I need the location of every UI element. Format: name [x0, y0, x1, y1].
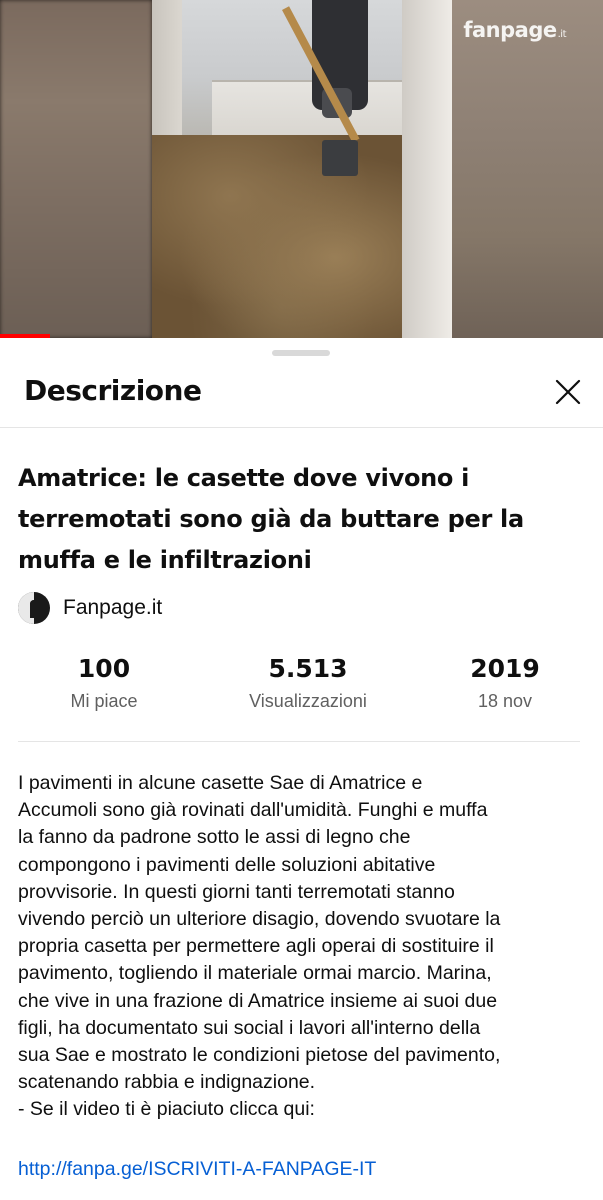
stat-views: 5.513 Visualizzazioni [228, 654, 388, 712]
video-shovel-head [322, 140, 358, 176]
description-text: I pavimenti in alcune casette Sae di Ama… [18, 772, 501, 1121]
video-frame [152, 0, 452, 338]
header-divider [0, 427, 603, 428]
description-sheet: Descrizione Amatrice: le casette dove vi… [0, 338, 603, 1200]
stat-date: 2019 18 nov [440, 654, 570, 712]
watermark-text: fanpage [463, 18, 557, 42]
video-player[interactable]: fanpage.it [0, 0, 603, 338]
watermark-suffix: .it [557, 29, 567, 40]
subscribe-link[interactable]: http://fanpa.ge/ISCRIVITI-A-FANPAGE-IT [18, 1158, 376, 1181]
video-blur-right [451, 0, 603, 338]
drag-handle[interactable] [272, 350, 330, 356]
video-tiles [212, 80, 402, 140]
publish-date: 18 nov [477, 691, 533, 711]
views-label: Visualizzazioni [249, 691, 367, 711]
video-title: Amatrice: le casette dove vivono i terre… [18, 464, 524, 574]
fanpage-watermark: fanpage.it [463, 18, 566, 42]
likes-label: Mi piace [70, 691, 138, 711]
fanpage-logo-icon[interactable] [18, 592, 50, 624]
publish-year: 2019 [470, 654, 540, 683]
close-button[interactable] [548, 372, 588, 412]
close-icon [555, 379, 581, 405]
stats-row: 100 Mi piace 5.513 Visualizzazioni 2019 … [0, 654, 603, 724]
video-door-right [402, 0, 452, 338]
video-dirt [152, 135, 412, 338]
channel-name[interactable]: Fanpage.it [63, 596, 162, 620]
views-count: 5.513 [268, 654, 348, 683]
stat-likes: 100 Mi piace [34, 654, 174, 712]
sheet-title: Descrizione [24, 374, 202, 407]
video-blur-left [0, 0, 152, 338]
channel-link[interactable]: Fanpage.it [18, 592, 162, 624]
likes-count: 100 [77, 654, 131, 683]
stats-divider [18, 741, 580, 742]
